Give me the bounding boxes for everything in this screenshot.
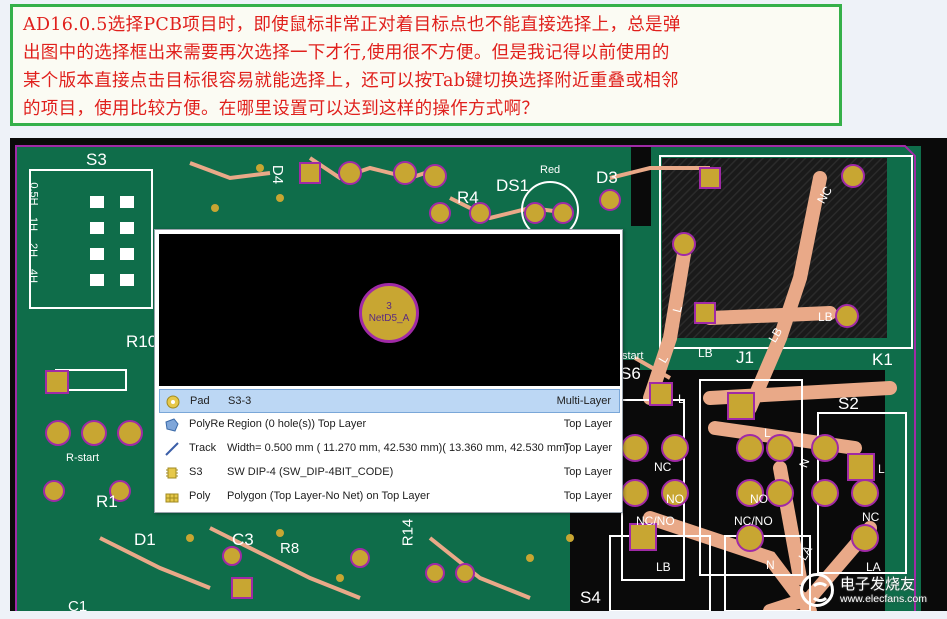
selection-item-pad[interactable]: Pad S3-3 Multi-Layer	[159, 389, 620, 413]
designator-r8: R8	[280, 540, 300, 557]
pin-label: L	[678, 392, 685, 406]
pin-label: NC/NO	[734, 514, 773, 528]
start-label: start	[622, 350, 644, 362]
pin-label: NC	[862, 510, 880, 524]
item-kind: Poly	[189, 490, 211, 502]
pin-label: LB	[656, 560, 671, 574]
item-kind: Pad	[190, 395, 210, 407]
selection-item-region[interactable]: PolyRe Region (0 hole(s)) Top Layer Top …	[159, 413, 620, 437]
designator-j1: J1	[736, 348, 754, 367]
pin-label: LB	[698, 346, 713, 360]
pin-label: N	[766, 558, 775, 572]
item-layer: Top Layer	[563, 490, 612, 502]
question-line: 出图中的选择框出来需要再次选择一下才行,使用很不方便。但是我记得以前使用的	[23, 43, 670, 63]
preview-pad-number: 3	[386, 301, 392, 312]
selection-item-track[interactable]: Track Width= 0.500 mm ( 11.270 mm, 42.53…	[159, 437, 620, 461]
item-description: Region (0 hole(s)) Top Layer	[227, 418, 367, 430]
led-color-label: Red	[540, 164, 561, 176]
item-kind: PolyRe	[189, 418, 225, 430]
designator-s6: S6	[620, 364, 641, 383]
item-description: Width= 0.500 mm ( 11.270 mm, 42.530 mm)(…	[227, 442, 569, 454]
designator-r14: R14	[399, 518, 417, 547]
question-line: 某个版本直接点击目标很容易就能选择上，还可以按Tab键切换选择附近重叠或相邻	[23, 71, 679, 91]
item-description: Polygon (Top Layer-No Net) on Top Layer	[227, 490, 430, 502]
selection-item-polygon[interactable]: Poly Polygon (Top Layer-No Net) on Top L…	[159, 485, 620, 509]
question-box: AD16.0.5选择PCB项目时，即使鼠标非常正对着目标点也不能直接选择上，总是…	[10, 4, 842, 126]
pin-label: NO	[666, 492, 684, 506]
question-line: 的项目，使用比较方便。在哪里设置可以达到这样的操作方式啊？	[23, 99, 540, 119]
item-layer: Top Layer	[563, 418, 612, 430]
track-icon	[165, 442, 179, 456]
pin-label: LB	[818, 310, 833, 324]
item-description: SW DIP-4 (SW_DIP-4BIT_CODE)	[227, 466, 394, 478]
pin-label: NC/NO	[636, 514, 675, 528]
dip-label: 4H	[27, 268, 40, 284]
designator-r10: R10	[126, 332, 158, 351]
question-line: AD16.0.5选择PCB项目时，即使鼠标非常正对着目标点也不能直接选择上，总是…	[23, 15, 681, 35]
designator-d1: D1	[134, 530, 156, 549]
item-layer: Multi-Layer	[556, 395, 611, 407]
pin-label: NC	[654, 460, 672, 474]
dip-label: 2H	[27, 242, 40, 258]
pin-label: NO	[750, 492, 768, 506]
selection-preview: 3 NetD5_A	[159, 234, 620, 386]
selection-popup[interactable]: 3 NetD5_A Pad S3-3 Multi-Layer PolyRe Re…	[154, 229, 623, 513]
designator-s3: S3	[86, 150, 107, 169]
watermark-name: 电子发烧友	[840, 575, 916, 593]
polygon-icon	[165, 493, 179, 503]
designator-d3: D3	[596, 168, 618, 187]
elecfans-logo-icon	[800, 573, 834, 607]
designator-k1: K1	[872, 350, 893, 369]
dip-label: 0.5H	[27, 182, 40, 206]
pin-label: L	[764, 426, 771, 440]
selection-item-component[interactable]: S3 SW DIP-4 (SW_DIP-4BIT_CODE) Top Layer	[159, 461, 620, 485]
item-kind: S3	[189, 466, 203, 478]
designator-ds1: DS1	[496, 176, 530, 195]
item-description: S3-3	[228, 395, 252, 407]
watermark-url: www.elecfans.com	[840, 593, 927, 605]
designator-d4: D4	[269, 164, 287, 185]
watermark: 电子发烧友 www.elecfans.com	[800, 571, 940, 611]
item-layer: Top Layer	[563, 442, 612, 454]
designator-r-start: R-start	[66, 452, 99, 464]
preview-pad-net: NetD5_A	[368, 313, 410, 324]
designator-r1: R1	[96, 492, 118, 511]
dip-label: 1H	[27, 216, 40, 232]
pad-icon	[166, 395, 180, 409]
board-cutout	[631, 146, 651, 226]
designator-r4: R4	[457, 188, 479, 207]
region-icon	[165, 418, 179, 432]
pin-label: L	[878, 462, 885, 476]
item-layer: Top Layer	[563, 466, 612, 478]
selection-list: Pad S3-3 Multi-Layer PolyRe Region (0 ho…	[159, 389, 620, 509]
designator-s4: S4	[580, 588, 601, 607]
preview-pad: 3 NetD5_A	[359, 283, 419, 343]
designator-c3: C3	[232, 530, 254, 549]
designator-c1: C1	[68, 598, 88, 611]
component-icon	[166, 467, 178, 479]
item-kind: Track	[189, 442, 217, 454]
designator-s2: S2	[838, 394, 859, 413]
